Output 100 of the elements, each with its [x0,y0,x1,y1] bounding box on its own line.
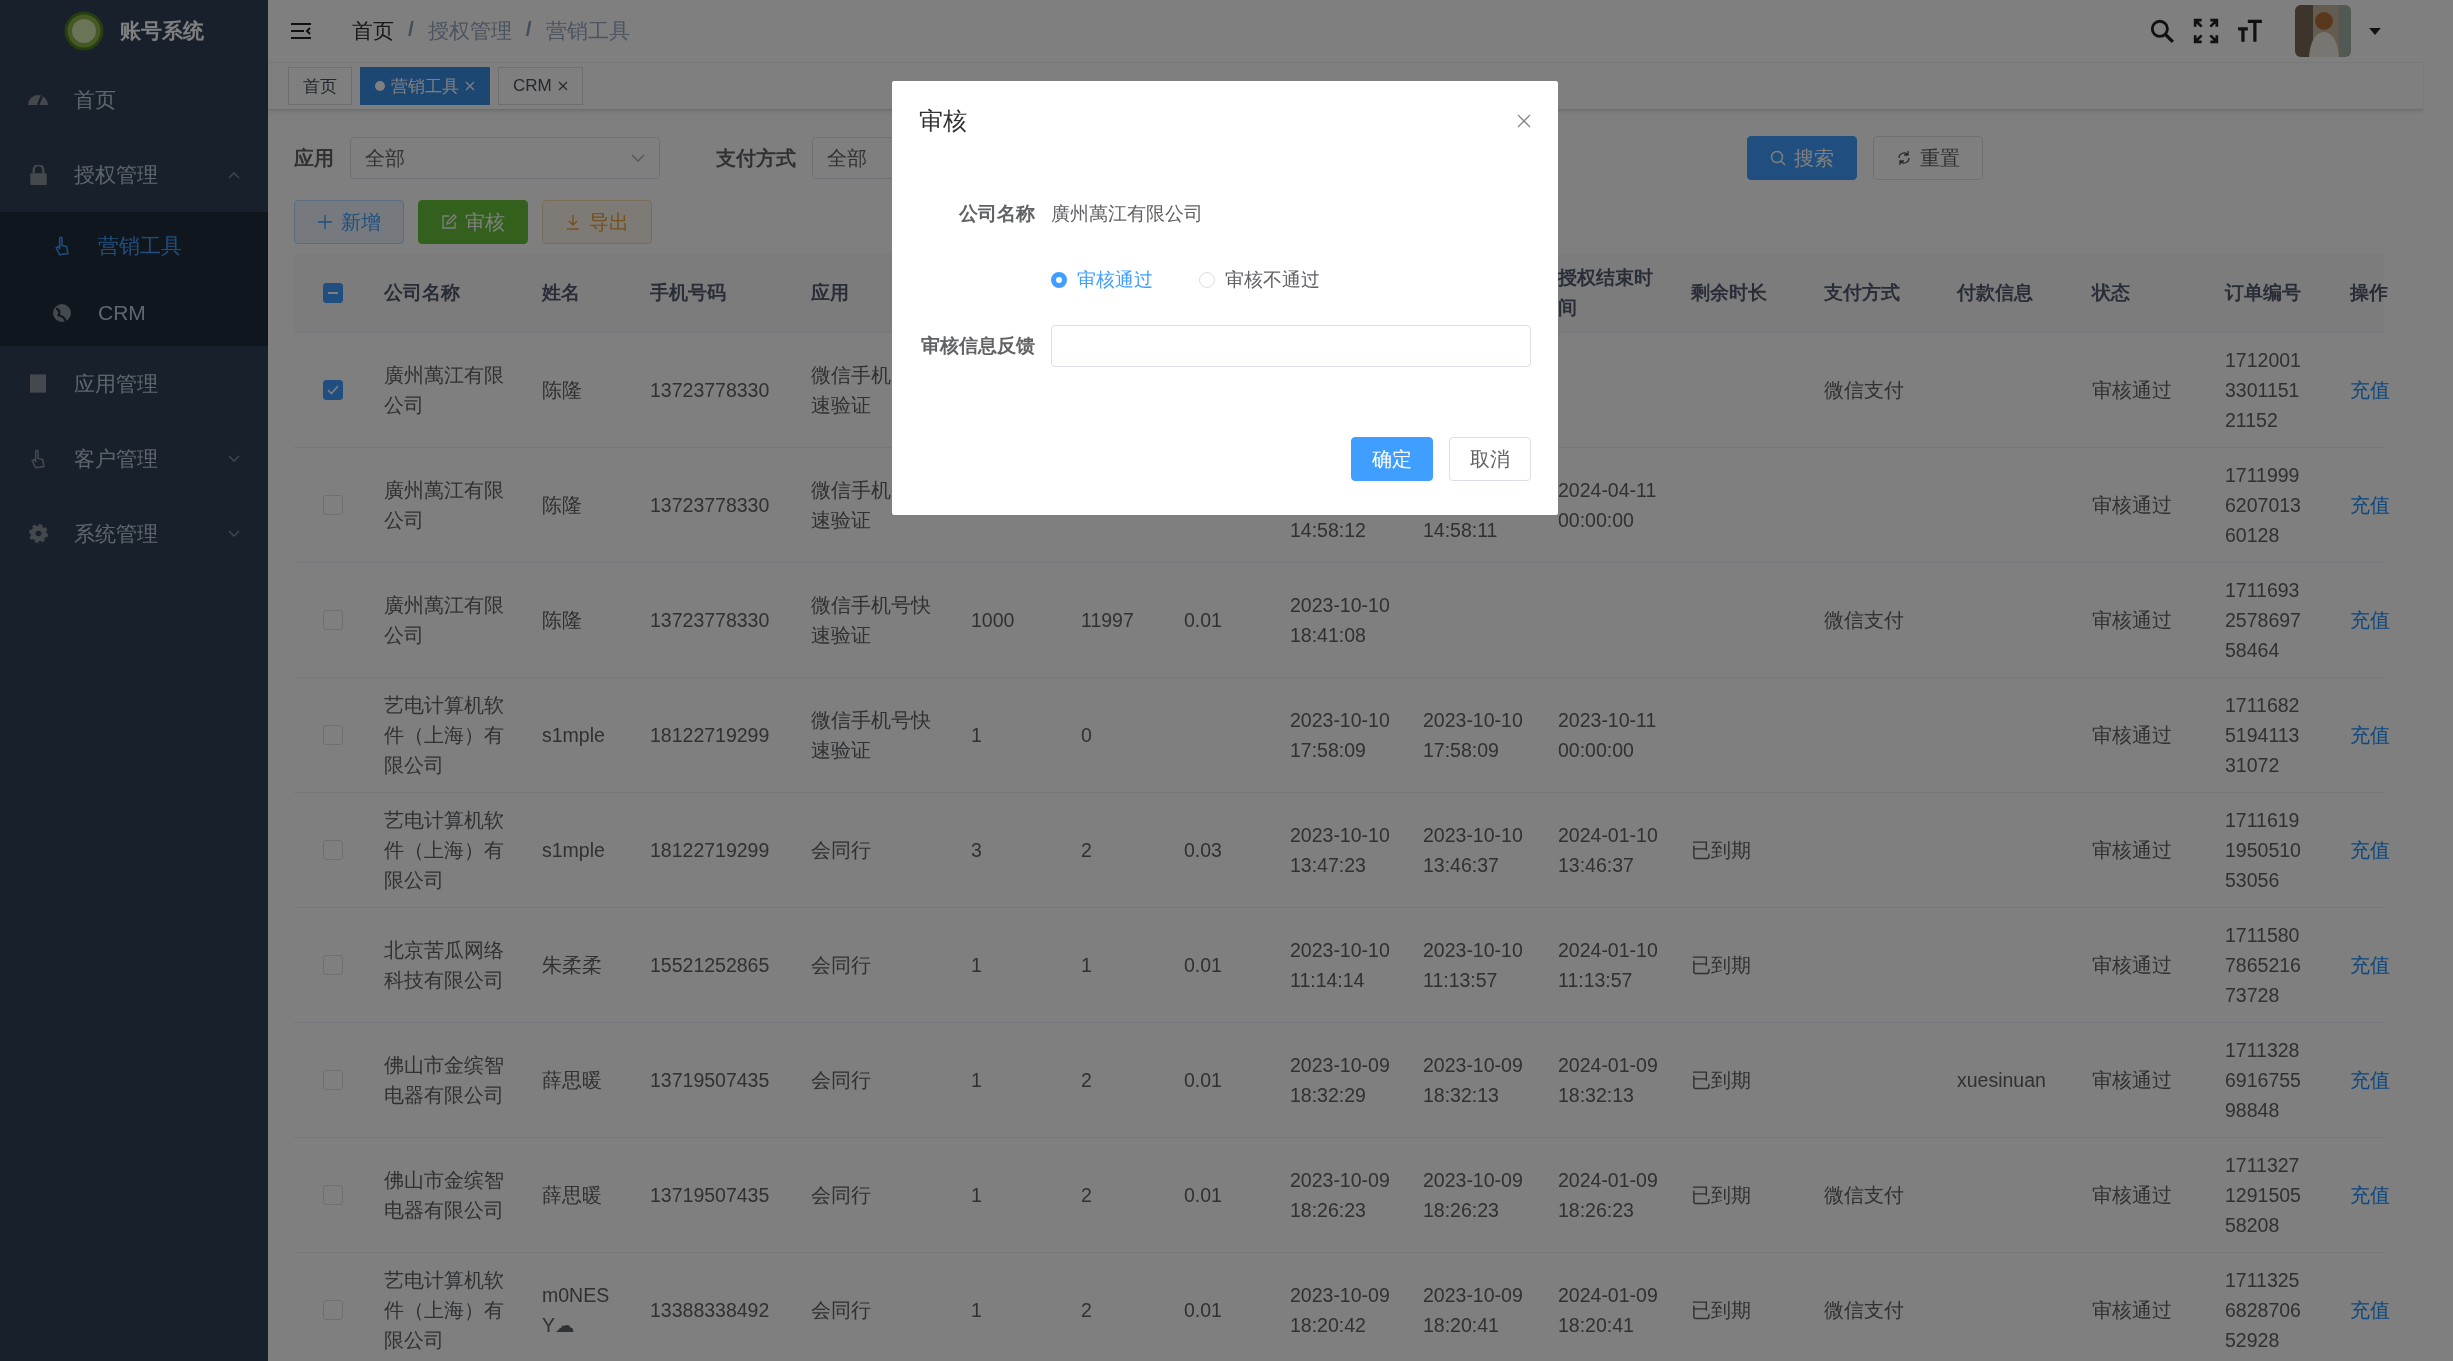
sidebar-subitem[interactable]: CRM [0,279,268,346]
table-cell-text: m0NESY☁ [542,1283,611,1338]
table-cell-text: 已到期 [1691,1298,1751,1323]
table-cell-text: 佛山市金缤智电器有限公司 [384,1053,505,1108]
table-cell-text: 已到期 [1691,1183,1751,1208]
table-cell-text: 速验证 [811,508,871,533]
breadcrumb-item[interactable]: 首页 [352,17,394,45]
close-icon[interactable] [1517,114,1531,128]
table-cell-text: 2023-10-09 18:26:23 [1290,1168,1390,1223]
table-cell-text: 1000 [971,608,1015,633]
column-header: 状态 [2092,281,2130,305]
table-cell-text: 15521252865 [650,953,770,978]
confirm-button[interactable]: 确定 [1351,437,1433,481]
cancel-button[interactable]: 取消 [1449,437,1531,481]
audit-button[interactable]: 审核 [418,200,528,244]
table-cell-text: 会同行 [811,838,872,863]
select-all-checkbox[interactable] [323,283,343,303]
recharge-link[interactable]: 充值 [2350,605,2390,635]
table-cell-text: 微信手机 [811,363,891,388]
menu-icon[interactable] [290,22,312,40]
table-cell-text: 微信支付 [1824,1298,1904,1323]
table-cell-text: 13388338492 [650,1298,770,1323]
table-cell-text: 2 [1081,1298,1092,1323]
dashboard-icon [28,94,48,105]
close-icon[interactable] [557,81,568,91]
column-header: 手机号码 [650,281,726,305]
dialog-title: 审核 [919,106,967,136]
table-cell-text: 佛山市金缤智电器有限公司 [384,1168,505,1223]
table-cell-text: xuesinuan [1957,1068,2046,1093]
fullscreen-icon[interactable] [2193,18,2219,44]
table-cell-text: 已到期 [1691,1068,1751,1093]
table-cell-text: 审核通过 [2092,838,2172,863]
table-cell-text: 2024-01-09 18:20:41 [1558,1283,1658,1338]
table-cell-text: 2 [1081,838,1092,863]
table-cell-text: 2023-10-09 18:32:29 [1290,1053,1390,1108]
table-cell-text: 0.01 [1184,608,1222,633]
tab[interactable]: 营销工具 [360,67,490,105]
sidebar-item[interactable]: 授权管理 [0,137,268,212]
sidebar-subitem[interactable]: 营销工具 [0,212,268,279]
tab[interactable]: 首页 [288,67,352,105]
table-cell-text: 审核通过 [2092,493,2172,518]
table-cell-text: 2023-10-09 18:20:42 [1290,1283,1390,1338]
table-cell-text: 0 [1081,723,1092,748]
table-cell-text: 1711580786521673728 [2225,923,2302,1008]
table-cell-text: 北京苦瓜网络科技有限公司 [384,938,505,993]
search-button[interactable]: 搜索 [1747,136,1857,180]
sidebar-item[interactable]: 应用管理 [0,346,268,421]
reset-button[interactable]: 重置 [1873,136,1983,180]
download-icon [565,214,581,230]
row-checkbox[interactable] [323,380,343,400]
table-cell-text: 1 [971,1183,982,1208]
table-cell-text: 1 [971,1298,982,1323]
table-cell-text: 1 [1081,953,1092,978]
table-cell-text: 审核通过 [2092,1068,2172,1093]
table-cell-text: 13723778330 [650,608,770,633]
table-cell-text: 1 [971,953,982,978]
table-cell-text: 审核通过 [2092,608,2172,633]
sidebar-item[interactable]: 客户管理 [0,421,268,496]
table-cell-text: 2023-10-10 13:47:23 [1290,823,1390,878]
recharge-link[interactable]: 充值 [2350,490,2390,520]
table-cell-text: 速验证 [811,393,871,418]
recharge-link[interactable]: 充值 [2350,720,2390,750]
recharge-link[interactable]: 充值 [2350,835,2390,865]
feedback-field[interactable] [1051,325,1531,367]
radio-option[interactable]: 审核通过 [1051,267,1153,293]
table-cell-text: 18122719299 [650,838,770,863]
radio-option[interactable]: 审核不通过 [1199,267,1320,293]
sidebar-item[interactable]: 首页 [0,62,268,137]
recharge-link[interactable]: 充值 [2350,950,2390,980]
chevron-down-icon [631,154,645,162]
recharge-link[interactable]: 充值 [2350,1295,2390,1325]
caret-down-icon[interactable] [2369,27,2381,35]
table-cell-text: 廣州萬江有限公司 [384,478,505,533]
tab[interactable]: CRM [498,67,583,105]
table-cell-text: 1711999620701360128 [2225,463,2302,548]
table-cell-text: 2023-10-10 13:46:37 [1423,823,1523,878]
table-cell-text: 2023-10-11 00:00:00 [1558,708,1658,763]
table-cell-text: 3 [971,838,982,863]
add-button[interactable]: 新增 [294,200,404,244]
table-cell-text: 1711328691675598848 [2225,1038,2302,1123]
field-label: 审核信息反馈 [920,334,1035,358]
recharge-link[interactable]: 充值 [2350,375,2390,405]
table-cell-text: 1 [971,1068,982,1093]
table-cell-text: 审核通过 [2092,378,2172,403]
table-cell-text: 艺电计算机软件（上海）有限公司 [384,693,505,778]
recharge-link[interactable]: 充值 [2350,1065,2390,1095]
font-size-icon[interactable] [2237,18,2263,44]
table-cell-text: 0.03 [1184,838,1222,863]
table-cell-text: 会同行 [811,953,872,978]
refresh-icon [1896,150,1912,166]
chevron-down-icon [228,454,240,463]
table-cell-text: 0.01 [1184,1183,1222,1208]
table-cell-text: 2024-01-10 11:13:57 [1558,938,1658,993]
folder-icon [30,374,46,393]
search-icon[interactable] [2149,18,2175,44]
sidebar-item[interactable]: 系统管理 [0,496,268,571]
export-button[interactable]: 导出 [542,200,652,244]
recharge-link[interactable]: 充值 [2350,1180,2390,1210]
gear-icon [28,524,48,543]
select-field[interactable]: 全部 [350,137,660,179]
